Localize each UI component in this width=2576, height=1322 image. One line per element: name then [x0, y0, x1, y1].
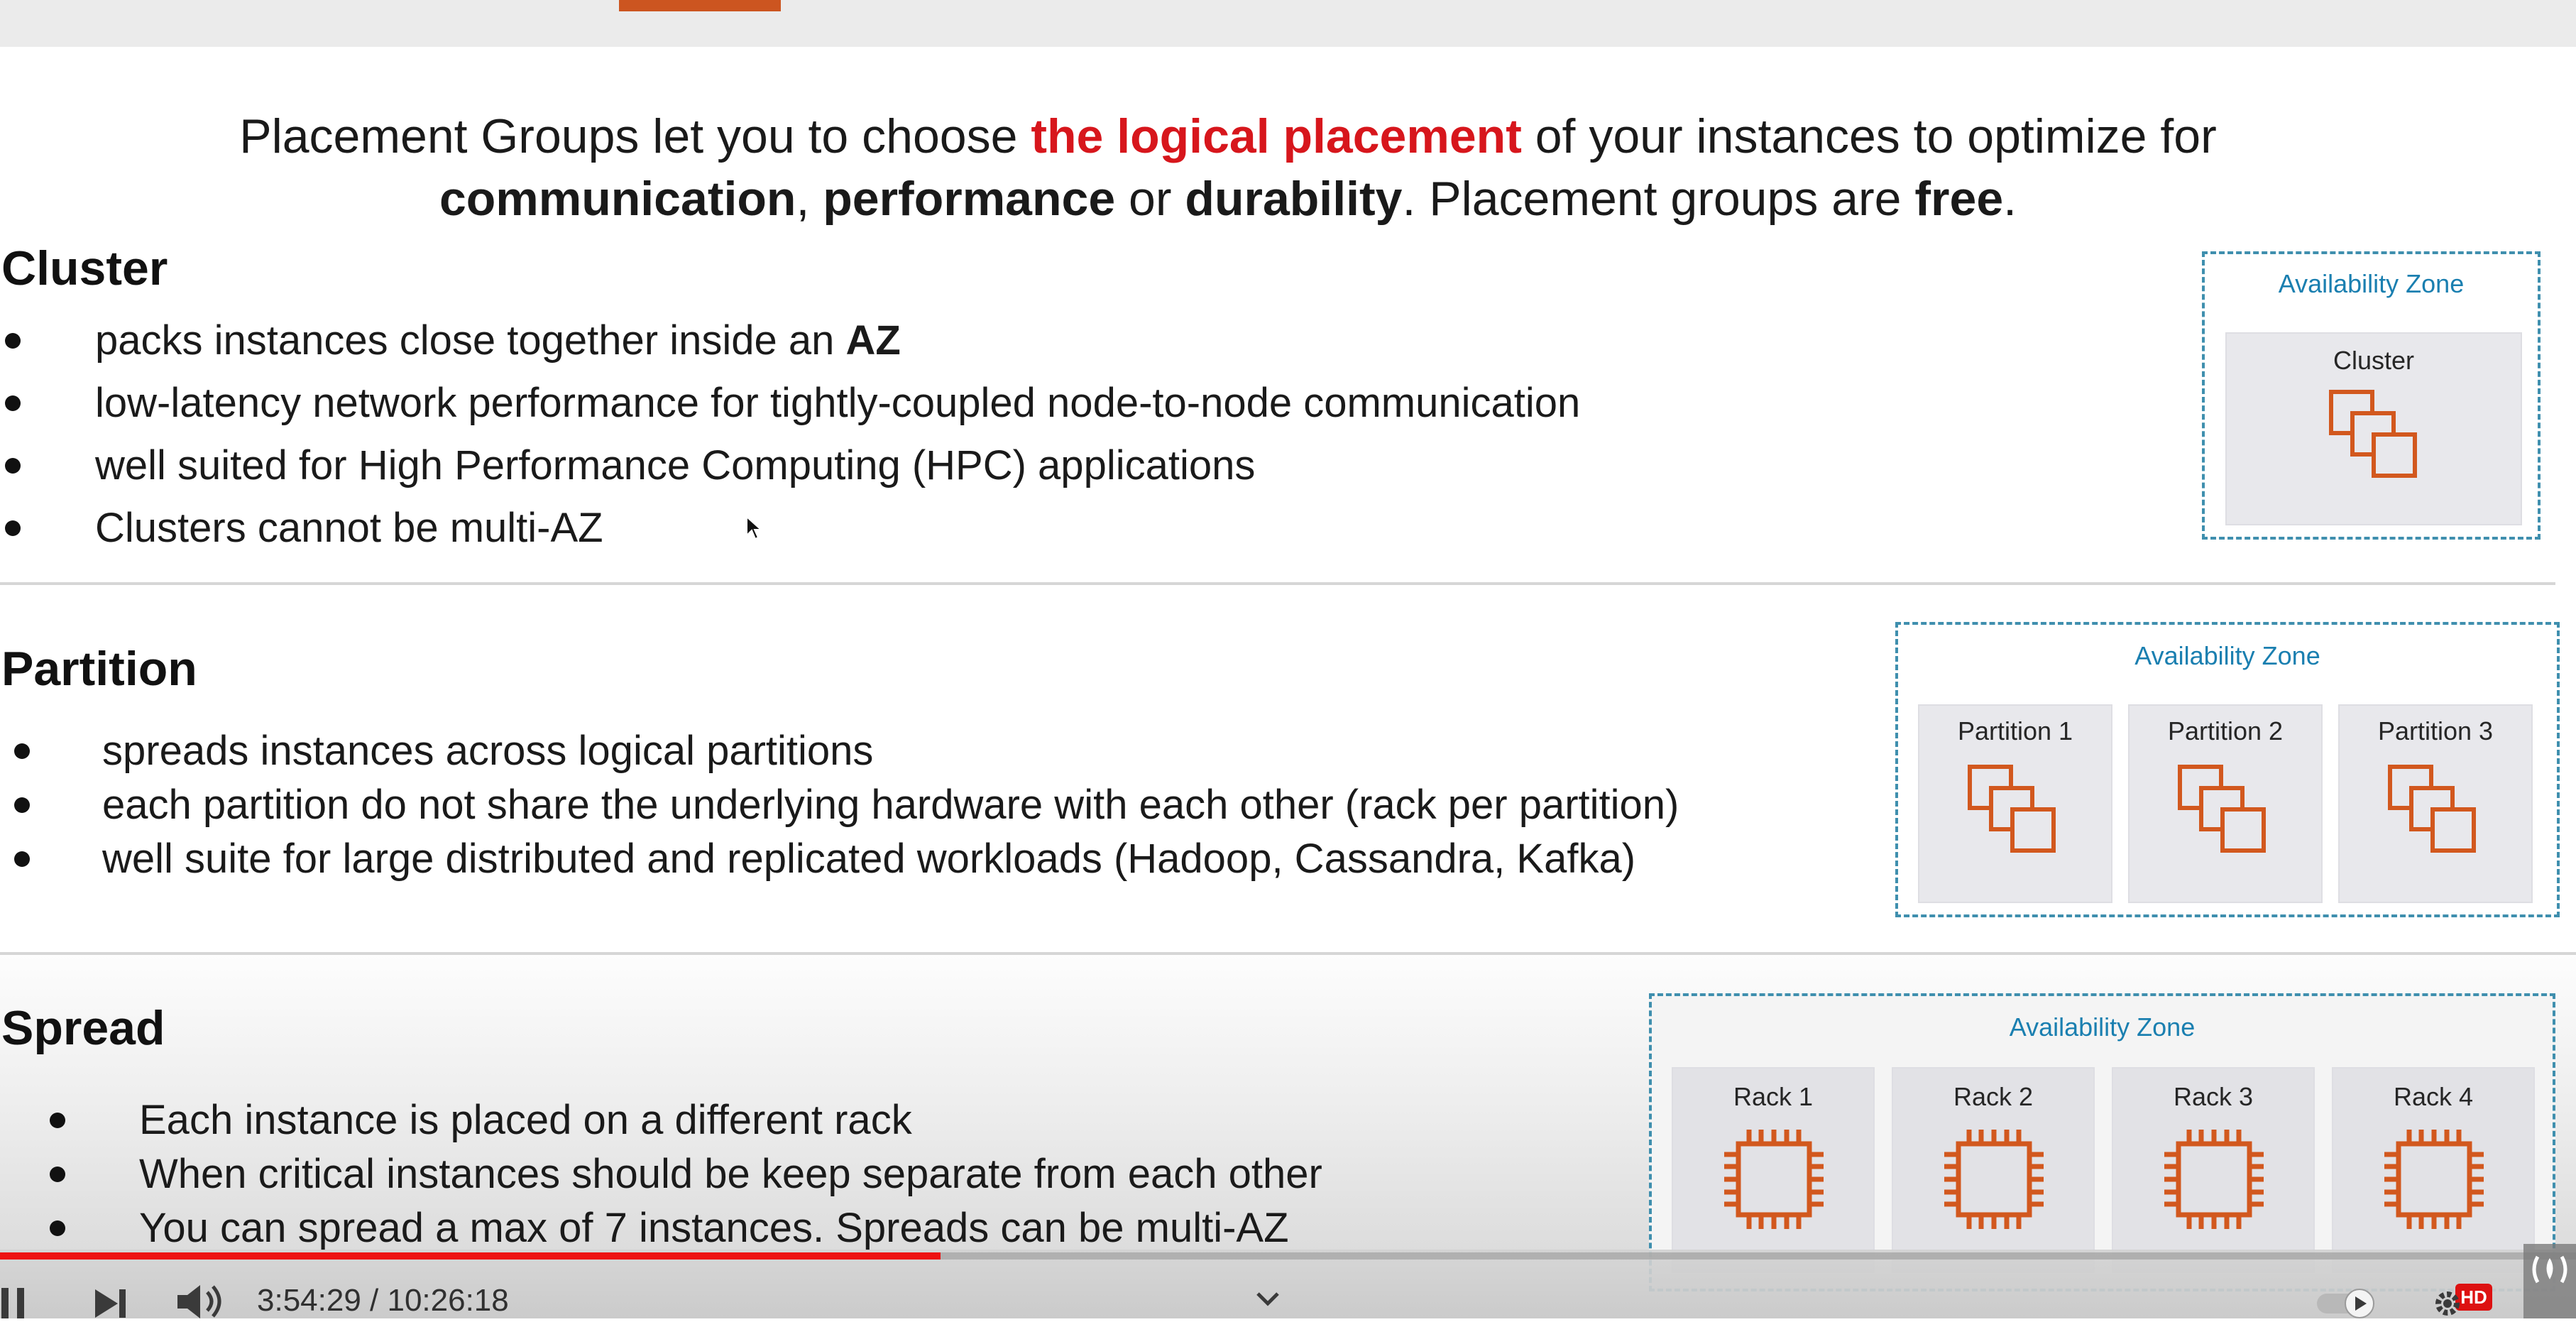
partition-box-1: Partition 1 — [1918, 704, 2112, 903]
bullet-dot — [5, 520, 21, 536]
next-icon[interactable] — [91, 1287, 131, 1318]
progress-fill — [0, 1252, 941, 1260]
az-label: Availability Zone — [2009, 1012, 2196, 1042]
partition-bullet-1: spreads instances across logical partiti… — [102, 728, 874, 774]
bullet-dot — [50, 1113, 65, 1128]
cluster-bullet-2: low-latency network performance for tigh… — [95, 380, 1581, 426]
instances-stack-icon — [1968, 765, 2056, 853]
cluster-bullet-3: well suited for High Performance Computi… — [95, 442, 1256, 488]
gear-icon[interactable] — [2435, 1288, 2460, 1318]
intro-line-2: communication, performance or durability… — [0, 168, 2456, 230]
partition-box-3: Partition 3 — [2338, 704, 2533, 903]
bullet-dot — [5, 333, 21, 349]
autoplay-toggle-icon[interactable] — [2315, 1287, 2384, 1318]
partition-box-label: Partition 2 — [2167, 716, 2284, 745]
partition-box-label: Partition 3 — [2377, 716, 2494, 745]
top-accent-bar — [619, 0, 781, 11]
partition-title: Partition — [1, 642, 197, 696]
intro-text: or — [1115, 172, 1185, 226]
chip-icon — [2384, 1130, 2484, 1229]
intro-durability: durability — [1185, 172, 1403, 226]
mouse-cursor-icon — [746, 515, 763, 540]
rack-box-2: Rack 2 — [1892, 1067, 2095, 1273]
bullet-dot — [14, 743, 30, 759]
bullet-dot — [5, 458, 21, 474]
partition-bullet-2: each partition do not share the underlyi… — [102, 782, 1679, 828]
intro-text: . Placement groups are — [1402, 172, 1915, 226]
intro-text: , — [796, 172, 823, 226]
partition-bullet-3: well suite for large distributed and rep… — [102, 836, 1636, 882]
instances-stack-icon — [2388, 765, 2476, 853]
time-display: 3:54:29 / 10:26:18 — [257, 1283, 509, 1318]
chip-icon — [1724, 1130, 1824, 1229]
intro-text: Placement Groups let you to choose — [239, 109, 1031, 163]
bullet-bold-text: AZ — [845, 317, 901, 364]
bullet-dot — [50, 1220, 65, 1236]
az-label: Availability Zone — [2278, 269, 2465, 298]
top-strip — [0, 0, 2576, 47]
spread-bullet-3: You can spread a max of 7 instances. Spr… — [139, 1205, 1289, 1251]
spread-bullet-2: When critical instances should be keep s… — [139, 1151, 1322, 1197]
rack-box-3: Rack 3 — [2112, 1067, 2315, 1273]
cluster-az-diagram: Availability Zone Cluster — [2202, 251, 2541, 540]
cluster-bullet-4: Clusters cannot be multi-AZ — [95, 505, 603, 551]
instances-stack-icon — [2329, 390, 2417, 478]
rack-box-1: Rack 1 — [1672, 1067, 1875, 1273]
rack-box-label: Rack 3 — [2173, 1082, 2254, 1111]
bullet-dot — [14, 851, 30, 867]
intro-highlight: the logical placement — [1031, 109, 1522, 163]
volume-icon[interactable] — [175, 1282, 227, 1318]
rack-box-label: Rack 4 — [2393, 1082, 2474, 1111]
bullet-dot — [50, 1167, 65, 1182]
hd-badge: HD — [2455, 1284, 2492, 1311]
intro-performance: performance — [823, 172, 1116, 226]
intro-line-1: Placement Groups let you to choose the l… — [0, 105, 2456, 168]
spread-az-diagram: Availability Zone Rack 1 Rack 2 Rack 3 R… — [1649, 993, 2555, 1291]
chip-icon — [2164, 1130, 2264, 1229]
partition-box-2: Partition 2 — [2128, 704, 2323, 903]
channel-watermark-logo — [2523, 1244, 2576, 1318]
partition-box-label: Partition 1 — [1957, 716, 2073, 745]
partition-az-diagram: Availability Zone Partition 1 Partition … — [1895, 622, 2560, 917]
chevron-down-icon[interactable] — [1255, 1291, 1281, 1308]
chip-icon — [1944, 1130, 2044, 1229]
rack-box-4: Rack 4 — [2332, 1067, 2535, 1273]
rack-box-label: Rack 1 — [1733, 1082, 1814, 1111]
intro-text: . — [2003, 172, 2017, 226]
cluster-box-label: Cluster — [2333, 346, 2415, 375]
spread-title: Spread — [1, 1001, 165, 1055]
bullet-text: packs instances close together inside an — [95, 317, 846, 364]
az-label: Availability Zone — [2134, 641, 2320, 670]
cluster-title: Cluster — [1, 241, 168, 295]
cluster-bullet-1: packs instances close together inside an… — [95, 314, 901, 368]
intro-text: of your instances to optimize for — [1521, 109, 2217, 163]
pause-icon[interactable] — [0, 1285, 28, 1318]
bullet-dot — [14, 797, 30, 813]
intro-communication: communication — [439, 172, 796, 226]
section-divider — [0, 582, 2555, 585]
spread-bullet-1: Each instance is placed on a different r… — [139, 1097, 912, 1143]
rack-box-label: Rack 2 — [1953, 1082, 2034, 1111]
cluster-box: Cluster — [2225, 332, 2522, 525]
instances-stack-icon — [2178, 765, 2266, 853]
bullet-dot — [5, 395, 21, 411]
intro-free: free — [1914, 172, 2004, 226]
